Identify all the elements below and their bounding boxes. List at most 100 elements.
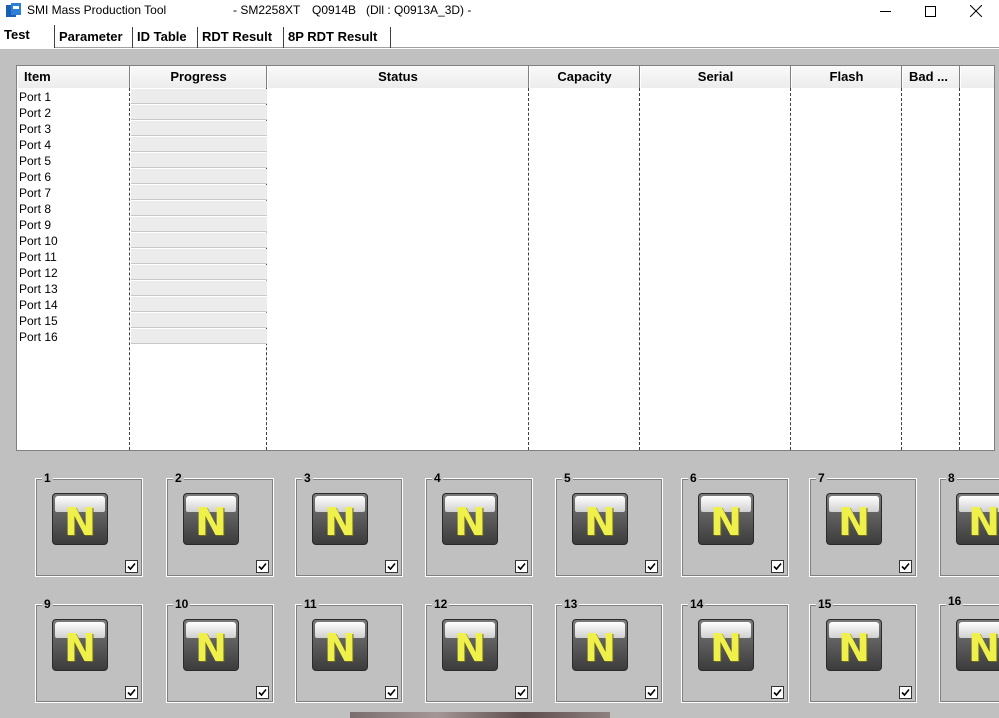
close-button[interactable]: [953, 0, 999, 22]
list-item[interactable]: Port 12: [19, 265, 58, 281]
port-number: 6: [688, 471, 699, 485]
title-bar[interactable]: SMI Mass Production Tool - SM2258XT Q091…: [0, 0, 999, 22]
port-status-letter: N: [324, 500, 356, 544]
progress-bar: [131, 169, 267, 184]
port-status-n-icon: N: [52, 619, 108, 671]
port-status-letter: N: [64, 626, 96, 670]
list-item[interactable]: Port 16: [19, 329, 58, 345]
minimize-icon: [879, 10, 891, 12]
column-bad[interactable]: Bad ...: [902, 66, 960, 88]
port-number: 12: [432, 597, 450, 611]
port-enable-checkbox[interactable]: [515, 686, 528, 699]
list-item[interactable]: Port 7: [19, 185, 51, 201]
column-item[interactable]: Item: [17, 66, 130, 88]
port-box: 7N: [809, 472, 917, 577]
port-enable-checkbox[interactable]: [899, 686, 912, 699]
checkmark-icon: [517, 562, 526, 571]
progress-bar: [131, 185, 267, 200]
list-item[interactable]: Port 3: [19, 121, 51, 137]
port-status-letter: N: [195, 626, 227, 670]
port-status-letter: N: [838, 500, 870, 544]
port-box: 1N: [35, 472, 143, 577]
port-status-n-icon: N: [442, 619, 498, 671]
port-enable-checkbox[interactable]: [385, 560, 398, 573]
port-status-letter: N: [968, 626, 999, 670]
port-status-n-icon: N: [698, 619, 754, 671]
port-number: 3: [302, 471, 313, 485]
port-list-view[interactable]: Item Progress Status Capacity Serial Fla…: [16, 65, 995, 451]
progress-bar: [131, 329, 267, 344]
tab-8p-rdt-result[interactable]: 8P RDT Result: [284, 27, 391, 48]
list-item[interactable]: Port 4: [19, 137, 51, 153]
port-number: 8: [946, 471, 957, 485]
port-enable-checkbox[interactable]: [385, 686, 398, 699]
port-status-n-icon: N: [698, 493, 754, 545]
list-item[interactable]: Port 11: [19, 249, 57, 265]
progress-bar: [131, 89, 267, 104]
list-item[interactable]: Port 9: [19, 217, 51, 233]
port-enable-checkbox[interactable]: [645, 686, 658, 699]
port-enable-checkbox[interactable]: [899, 560, 912, 573]
tab-parameter[interactable]: Parameter: [55, 27, 133, 48]
port-enable-checkbox[interactable]: [771, 686, 784, 699]
list-item[interactable]: Port 13: [19, 281, 58, 297]
port-enable-checkbox[interactable]: [125, 686, 138, 699]
progress-bar: [131, 281, 267, 296]
column-divider: [790, 88, 791, 450]
port-box: 9N: [35, 598, 143, 703]
progress-bar: [131, 137, 267, 152]
progress-bar: [131, 233, 267, 248]
port-status-n-icon: N: [826, 619, 882, 671]
window-title: SMI Mass Production Tool: [27, 3, 167, 17]
checkmark-icon: [773, 688, 782, 697]
checkmark-icon: [387, 562, 396, 571]
port-status-letter: N: [710, 500, 742, 544]
port-number: 1: [42, 471, 53, 485]
checkmark-icon: [127, 562, 136, 571]
column-extra[interactable]: [960, 66, 994, 88]
port-enable-checkbox[interactable]: [771, 560, 784, 573]
window-title-model: - SM2258XT: [233, 3, 301, 17]
list-item[interactable]: Port 10: [19, 233, 58, 249]
port-status-n-icon: N: [183, 619, 239, 671]
list-item[interactable]: Port 5: [19, 153, 51, 169]
progress-bar: [131, 153, 267, 168]
port-status-letter: N: [584, 500, 616, 544]
list-item[interactable]: Port 2: [19, 105, 51, 121]
port-status-letter: N: [195, 500, 227, 544]
list-item[interactable]: Port 8: [19, 201, 51, 217]
tab-rdt-result[interactable]: RDT Result: [198, 27, 284, 48]
column-status[interactable]: Status: [267, 66, 529, 88]
column-capacity[interactable]: Capacity: [529, 66, 640, 88]
list-header: Item Progress Status Capacity Serial Fla…: [17, 66, 994, 88]
port-number: 14: [688, 597, 706, 611]
port-status-n-icon: N: [442, 493, 498, 545]
port-status-letter: N: [454, 626, 486, 670]
port-box: 8N: [939, 472, 999, 577]
port-enable-checkbox[interactable]: [515, 560, 528, 573]
column-serial[interactable]: Serial: [640, 66, 791, 88]
port-status-letter: N: [710, 626, 742, 670]
minimize-button[interactable]: [862, 0, 908, 22]
port-enable-checkbox[interactable]: [125, 560, 138, 573]
port-status-n-icon: N: [572, 619, 628, 671]
column-flash[interactable]: Flash: [791, 66, 902, 88]
port-box: 12 N: [425, 598, 533, 703]
list-item[interactable]: Port 6: [19, 169, 51, 185]
port-box: 4N: [425, 472, 533, 577]
port-enable-checkbox[interactable]: [645, 560, 658, 573]
port-status-letter: N: [838, 626, 870, 670]
column-progress[interactable]: Progress: [130, 66, 267, 88]
tab-test[interactable]: Test: [0, 25, 55, 48]
port-enable-checkbox[interactable]: [256, 686, 269, 699]
checkmark-icon: [647, 562, 656, 571]
list-item[interactable]: Port 15: [19, 313, 58, 329]
tab-id-table[interactable]: ID Table: [133, 27, 198, 48]
maximize-button[interactable]: [907, 0, 953, 22]
list-item[interactable]: Port 14: [19, 297, 58, 313]
list-item[interactable]: Port 1: [19, 89, 51, 105]
column-divider: [901, 88, 902, 450]
port-status-n-icon: N: [312, 493, 368, 545]
port-enable-checkbox[interactable]: [256, 560, 269, 573]
port-status-n-icon: N: [956, 493, 999, 545]
